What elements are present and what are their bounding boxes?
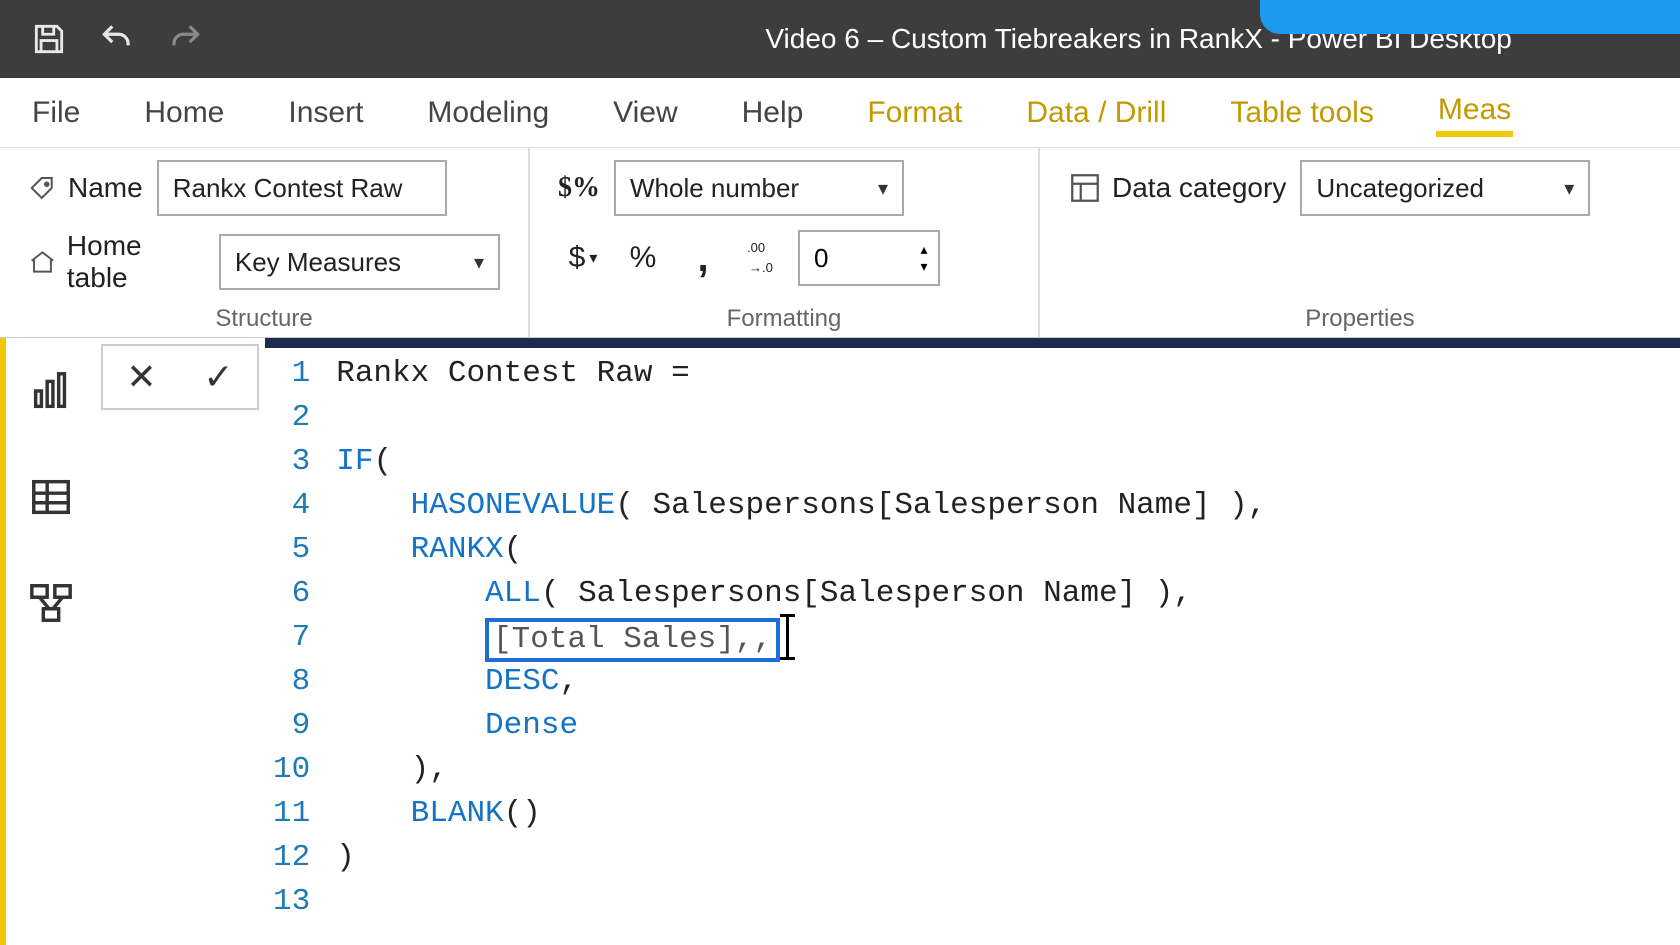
undo-icon[interactable] <box>98 20 136 58</box>
currency-button[interactable]: $▾ <box>558 230 608 286</box>
tab-data-drill[interactable]: Data / Drill <box>1024 92 1168 134</box>
title-bar: Video 6 – Custom Tiebreakers in RankX - … <box>0 0 1680 78</box>
teams-banner[interactable] <box>1260 0 1680 34</box>
ribbon-tabs: File Home Insert Modeling View Help Format Data… <box>0 78 1680 148</box>
formatting-group-label: Formatting <box>530 305 1038 333</box>
svg-text:→.0: →.0 <box>749 260 773 275</box>
properties-group: Data category Uncategorized ▾ Properties <box>1040 148 1680 337</box>
chevron-down-icon: ▾ <box>1564 176 1574 201</box>
cancel-formula-button[interactable]: ✕ <box>126 356 156 398</box>
ribbon-body: Name Home table Key Measures ▾ Structure… <box>0 148 1680 338</box>
structure-group-label: Structure <box>0 305 528 333</box>
tab-help[interactable]: Help <box>740 92 806 134</box>
data-category-label: Data category <box>1068 171 1286 205</box>
model-view-icon[interactable] <box>28 580 74 626</box>
tab-meas[interactable]: Meas <box>1436 89 1513 137</box>
tab-view[interactable]: View <box>611 92 679 134</box>
properties-group-label: Properties <box>1040 305 1680 333</box>
svg-text:.00: .00 <box>747 240 765 255</box>
formula-confirm-bar: ✕ ✓ <box>95 338 265 945</box>
chevron-down-icon: ▾ <box>474 250 484 275</box>
data-category-select[interactable]: Uncategorized ▾ <box>1300 160 1590 216</box>
tab-home[interactable]: Home <box>142 92 226 134</box>
spin-down-icon[interactable]: ▾ <box>910 258 938 275</box>
name-label: Name <box>28 172 143 204</box>
save-icon[interactable] <box>30 20 68 58</box>
formula-editor: ✕ ✓ 12345678910111213 Rankx Contest Raw … <box>95 338 1680 945</box>
name-input[interactable] <box>157 160 447 216</box>
tab-modeling[interactable]: Modeling <box>425 92 551 134</box>
data-view-icon[interactable] <box>28 474 74 520</box>
formatting-group: $% Whole number ▾ $▾ % , .00→.0 0 ▴ ▾ <box>530 148 1040 337</box>
spin-up-icon[interactable]: ▴ <box>910 241 938 258</box>
redo-icon[interactable] <box>166 20 204 58</box>
dax-editor[interactable]: 12345678910111213 Rankx Contest Raw = IF… <box>265 338 1680 945</box>
percent-button[interactable]: % <box>618 230 668 286</box>
code-body[interactable]: Rankx Contest Raw = IF( HASONEVALUE( Sal… <box>318 348 1284 945</box>
home-table-label: Home table <box>28 230 205 294</box>
format-icon: $% <box>558 172 600 204</box>
line-gutter: 12345678910111213 <box>265 348 318 945</box>
chevron-down-icon: ▾ <box>878 176 888 201</box>
decimal-places-stepper[interactable]: 0 ▴ ▾ <box>798 230 940 286</box>
thousands-button[interactable]: , <box>678 230 728 286</box>
tab-table-tools[interactable]: Table tools <box>1228 92 1375 134</box>
home-table-select[interactable]: Key Measures ▾ <box>219 234 500 290</box>
tab-file[interactable]: File <box>30 92 82 134</box>
decimals-icon[interactable]: .00→.0 <box>738 230 788 286</box>
tab-format[interactable]: Format <box>865 92 964 134</box>
format-select[interactable]: Whole number ▾ <box>614 160 904 216</box>
structure-group: Name Home table Key Measures ▾ Structure <box>0 148 530 337</box>
report-view-icon[interactable] <box>28 368 74 414</box>
text-cursor <box>786 614 789 660</box>
main-area: ✕ ✓ 12345678910111213 Rankx Contest Raw … <box>0 338 1680 945</box>
view-rail <box>0 338 95 945</box>
commit-formula-button[interactable]: ✓ <box>203 356 233 398</box>
quick-access-toolbar <box>0 20 204 58</box>
tab-insert[interactable]: Insert <box>286 92 365 134</box>
